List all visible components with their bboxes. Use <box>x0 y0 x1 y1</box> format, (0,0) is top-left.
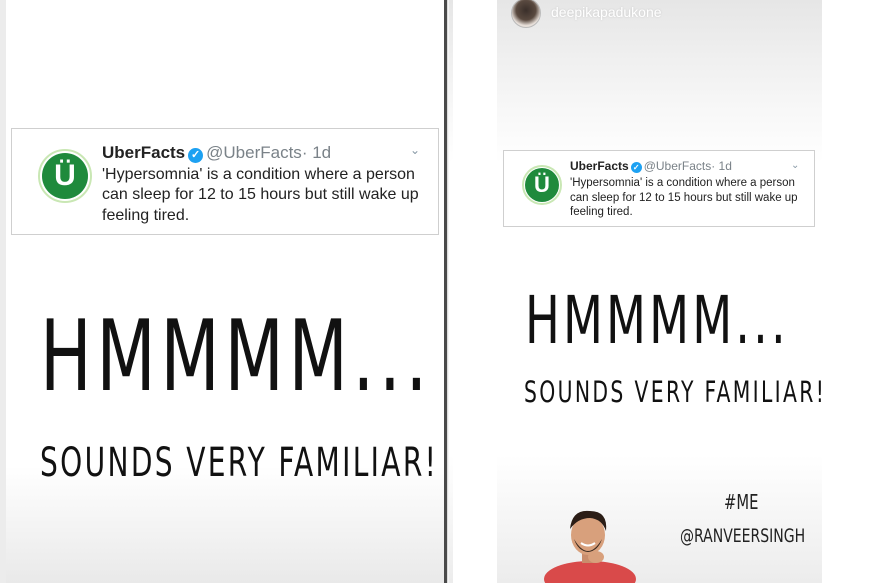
account-name[interactable]: UberFacts <box>102 143 185 162</box>
tweet-header: UberFacts ✓ @UberFacts· 1d <box>102 143 331 163</box>
account-handle[interactable]: @UberFacts <box>644 159 712 173</box>
left-story-panel <box>0 0 448 583</box>
uberfacts-logo-icon: Ü <box>534 172 550 197</box>
uberfacts-avatar[interactable]: Ü <box>42 153 88 199</box>
subheadline-right: SOUNDS VERY FAMILIAR! <box>524 375 827 409</box>
tweet-card-right[interactable]: Ü UberFacts ✓ @UberFacts· 1d ⌄ 'Hypersomni… <box>503 150 815 227</box>
right-panel-left-margin <box>453 0 497 583</box>
sticker-hand <box>588 551 604 563</box>
person-sticker[interactable] <box>538 505 638 583</box>
uberfacts-avatar[interactable]: Ü <box>525 168 559 202</box>
tweet-header: UberFacts ✓ @UberFacts· 1d <box>570 159 732 173</box>
uberfacts-logo-icon: Ü <box>54 159 76 192</box>
account-name[interactable]: UberFacts <box>570 159 629 173</box>
tweet-time: · 1d <box>301 143 332 162</box>
tweet-time: · 1d <box>711 159 732 173</box>
tweet-card-left[interactable]: Ü UberFacts ✓ @UberFacts· 1d ⌄ 'Hypersomni… <box>11 128 439 235</box>
sticker-shirt <box>544 561 636 583</box>
verified-badge-icon: ✓ <box>188 148 204 163</box>
account-handle[interactable]: @UberFacts <box>206 143 302 162</box>
verified-badge-icon: ✓ <box>630 162 642 173</box>
headline-left: HMMMM... <box>40 300 433 414</box>
right-panel-right-margin <box>822 0 875 583</box>
mention-sticker[interactable]: @RANVEERSINGH <box>680 525 805 547</box>
subheadline-left: SOUNDS VERY FAMILIAR! <box>40 440 439 486</box>
chevron-down-icon[interactable]: ⌄ <box>410 143 420 157</box>
profile-username[interactable]: deepikapadukone <box>551 4 662 20</box>
left-panel-edge <box>0 0 6 583</box>
hashtag-sticker[interactable]: #ME <box>724 490 758 514</box>
panel-divider <box>444 0 447 583</box>
chevron-down-icon[interactable]: ⌄ <box>791 160 799 171</box>
tweet-text: 'Hypersomnia' is a condition where a per… <box>570 177 798 219</box>
tweet-text: 'Hypersomnia' is a condition where a per… <box>102 166 419 224</box>
headline-right: HMMMM... <box>525 282 789 359</box>
